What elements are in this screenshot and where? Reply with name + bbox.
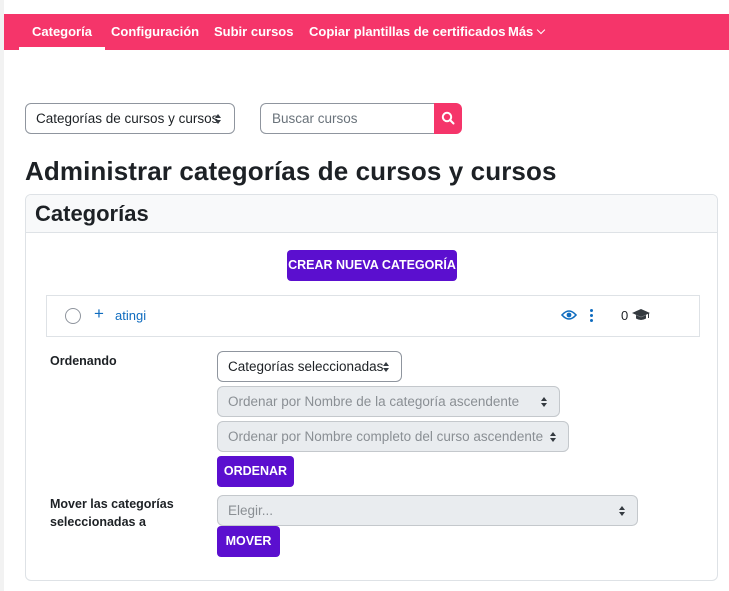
category-sort-order-value: Ordenar por Nombre de la categoría ascen… (228, 394, 520, 409)
nav-more-menu[interactable]: Más (508, 14, 546, 50)
select-arrows-icon (619, 505, 627, 517)
actions-menu-icon[interactable] (587, 307, 597, 325)
nav-tab-configuracion[interactable]: Configuración (111, 14, 199, 50)
sort-button[interactable]: ORDENAR (217, 456, 294, 487)
eye-icon[interactable] (561, 308, 577, 322)
category-name-link[interactable]: atingi (115, 308, 146, 323)
move-target-value: Elegir... (228, 503, 274, 518)
nav-tab-categoria[interactable]: Categoría (19, 14, 105, 50)
select-arrows-icon (550, 431, 558, 443)
category-select-checkbox[interactable] (65, 308, 81, 324)
sort-scope-value: Categorías seleccionadas (228, 359, 384, 374)
chevron-down-icon (537, 25, 546, 35)
page-title: Administrar categorías de cursos y curso… (25, 156, 557, 186)
nav-tab-copiar-plantillas[interactable]: Copiar plantillas de certificados (309, 14, 506, 50)
select-arrows-icon (215, 113, 223, 125)
nav-tab-subir-cursos[interactable]: Subir cursos (214, 14, 293, 50)
sort-scope-select[interactable]: Categorías seleccionadas (217, 351, 402, 382)
sort-label: Ordenando (50, 354, 117, 368)
view-mode-select-value: Categorías de cursos y cursos (36, 111, 219, 126)
course-count: 0 (621, 308, 629, 323)
course-sort-order-value: Ordenar por Nombre completo del curso as… (228, 429, 544, 444)
category-sort-order-select[interactable]: Ordenar por Nombre de la categoría ascen… (217, 386, 560, 417)
select-arrows-icon (383, 361, 391, 373)
graduation-cap-icon (632, 309, 650, 320)
select-arrows-icon (541, 396, 549, 408)
categories-panel-title: Categorías (35, 201, 149, 226)
move-target-select[interactable]: Elegir... (217, 495, 638, 526)
create-category-button[interactable]: CREAR NUEVA CATEGORÍA (287, 250, 457, 281)
search-icon (441, 111, 455, 125)
categories-panel: Categorías CREAR NUEVA CATEGORÍA + ating… (25, 194, 718, 581)
categories-panel-header: Categorías (26, 195, 717, 233)
view-mode-select[interactable]: Categorías de cursos y cursos (25, 103, 235, 134)
secondary-navigation: Categoría Configuración Subir cursos Cop… (4, 14, 729, 50)
move-button[interactable]: MOVER (217, 526, 280, 557)
expand-plus-icon[interactable]: + (94, 304, 104, 324)
category-row: + atingi 0 (46, 295, 700, 337)
search-courses-input[interactable]: Buscar cursos (260, 103, 434, 134)
move-label: Mover las categorías seleccionadas a (50, 497, 174, 529)
nav-more-label: Más (508, 24, 534, 39)
search-button[interactable] (434, 103, 462, 134)
course-sort-order-select[interactable]: Ordenar por Nombre completo del curso as… (217, 421, 569, 452)
